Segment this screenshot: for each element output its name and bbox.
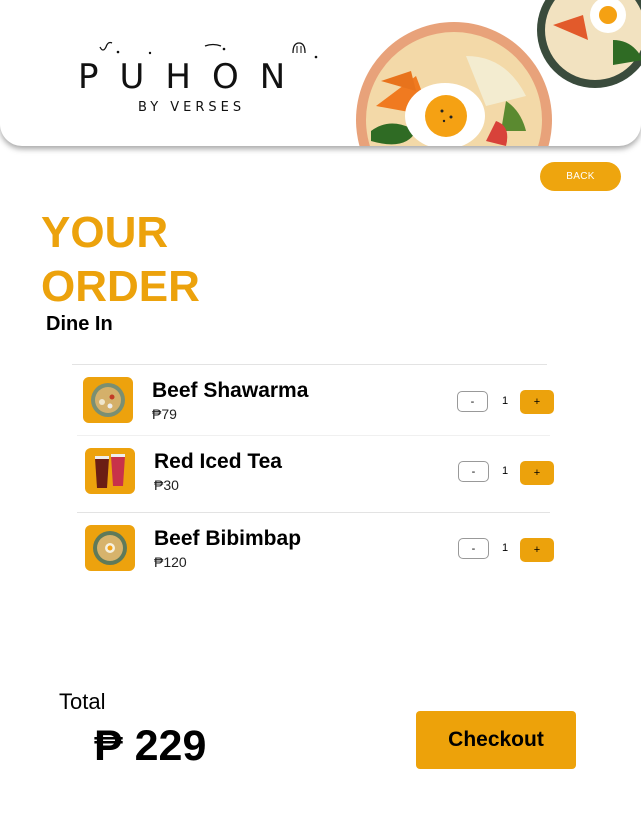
order-type-label: Dine In <box>46 313 113 335</box>
divider <box>77 512 550 513</box>
increase-quantity-button[interactable]: + <box>520 538 554 562</box>
item-price: ₱79 <box>152 406 177 422</box>
increase-quantity-button[interactable]: + <box>520 461 554 485</box>
item-name: Red Iced Tea <box>154 450 282 473</box>
back-button[interactable]: BACK <box>540 162 621 191</box>
list-item: Beef Shawarma ₱79 - 1 + <box>83 377 555 437</box>
total-label: Total <box>59 689 106 714</box>
item-price: ₱120 <box>154 554 187 570</box>
divider <box>72 364 547 365</box>
increase-quantity-button[interactable]: + <box>520 390 554 414</box>
brand-tagline: BY VERSES <box>138 100 246 115</box>
total-value: ₱ 229 <box>94 722 207 770</box>
red-iced-tea-icon <box>85 448 135 494</box>
decrease-quantity-button[interactable]: - <box>458 461 489 482</box>
side-bowl-image <box>537 0 641 88</box>
page-title-line1: YOUR <box>41 208 169 257</box>
list-item: Beef Bibimbap ₱120 - 1 + <box>85 525 557 585</box>
header-banner: PUHON BY VERSES <box>0 0 641 146</box>
page-title-line2: ORDER <box>41 262 200 311</box>
page-title: YOUR ORDER <box>41 206 200 314</box>
quantity-value: 1 <box>501 465 509 477</box>
checkout-button[interactable]: Checkout <box>416 711 576 769</box>
brand-name: PUHON <box>78 57 307 97</box>
beef-shawarma-icon <box>83 377 133 423</box>
quantity-value: 1 <box>501 395 509 407</box>
brand-logo: PUHON BY VERSES <box>70 35 330 120</box>
list-item: Red Iced Tea ₱30 - 1 + <box>85 448 557 508</box>
bibimbap-bowl-image <box>356 22 552 146</box>
quantity-value: 1 <box>501 542 509 554</box>
item-price: ₱30 <box>154 477 179 493</box>
divider <box>77 435 550 436</box>
item-name: Beef Bibimbap <box>154 527 302 550</box>
decrease-quantity-button[interactable]: - <box>458 538 489 559</box>
beef-bibimbap-icon <box>85 525 135 571</box>
item-name: Beef Shawarma <box>152 379 309 402</box>
decrease-quantity-button[interactable]: - <box>457 391 488 412</box>
